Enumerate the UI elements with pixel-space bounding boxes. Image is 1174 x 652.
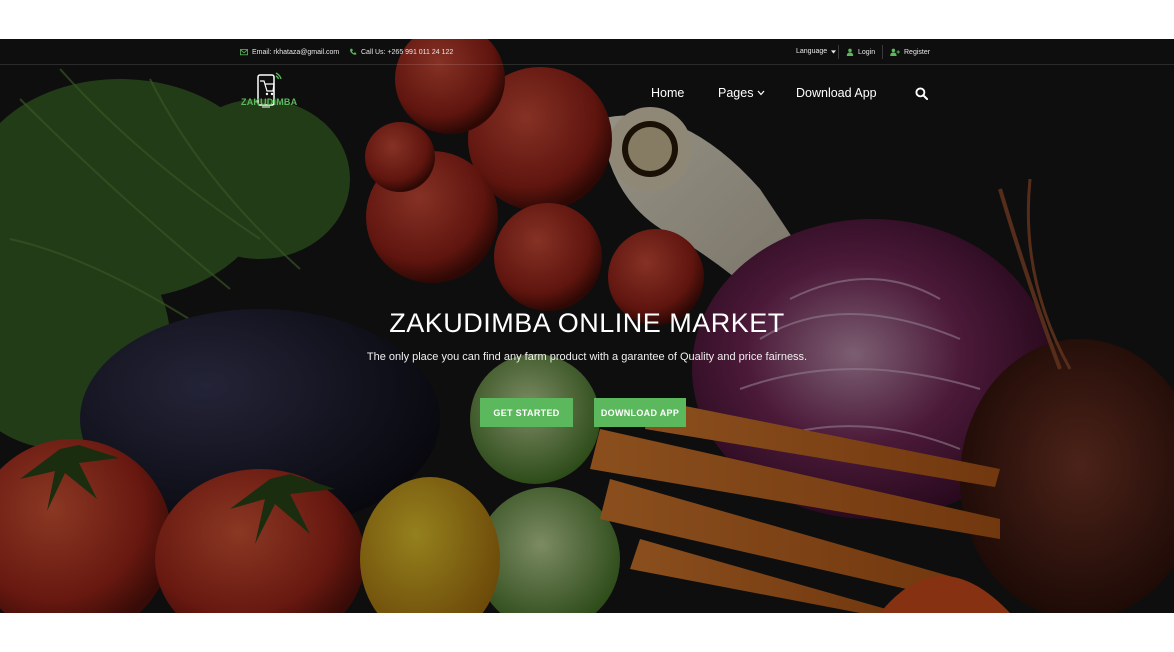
get-started-button[interactable]: GET STARTED — [480, 398, 573, 427]
hero-subtitle: The only place you can find any farm pro… — [366, 351, 808, 363]
language-label: Language — [796, 48, 828, 55]
envelope-icon — [240, 49, 248, 56]
logo-cart-icon[interactable] — [238, 71, 300, 115]
search-icon[interactable] — [915, 87, 928, 100]
caret-down-icon — [831, 49, 837, 54]
topbar-divider — [882, 45, 883, 59]
nav-download-app[interactable]: Download App — [796, 86, 877, 100]
login-link[interactable]: Login — [846, 48, 875, 56]
nav-pages-label: Pages — [718, 86, 754, 100]
register-label: Register — [904, 48, 931, 56]
topbar-email[interactable]: Email: rkhataza@gmail.com — [240, 48, 339, 56]
user-plus-icon — [890, 48, 900, 56]
register-link[interactable]: Register — [890, 48, 930, 56]
topbar-divider — [838, 45, 839, 59]
hero-title: ZAKUDIMBA ONLINE MARKET — [389, 308, 785, 338]
nav-home[interactable]: Home — [651, 86, 684, 100]
page-frame: Email: rkhataza@gmail.com Call Us: +265 … — [0, 39, 1174, 613]
top-info-bar: Email: rkhataza@gmail.com Call Us: +265 … — [0, 39, 1174, 65]
login-label: Login — [858, 48, 876, 56]
logo-wordmark[interactable]: ZAKUDIMBA — [241, 97, 297, 107]
topbar-phone[interactable]: Call Us: +265 991 011 24 122 — [349, 48, 453, 56]
language-dropdown[interactable]: Language — [796, 48, 837, 55]
topbar-email-text: Email: rkhataza@gmail.com — [252, 48, 340, 56]
download-app-button[interactable]: DOWNLOAD APP — [594, 398, 686, 427]
user-icon — [846, 48, 854, 56]
chevron-down-icon — [757, 90, 765, 96]
phone-icon — [350, 48, 357, 55]
nav-pages[interactable]: Pages — [718, 86, 765, 100]
topbar-phone-text: Call Us: +265 991 011 24 122 — [361, 48, 454, 56]
